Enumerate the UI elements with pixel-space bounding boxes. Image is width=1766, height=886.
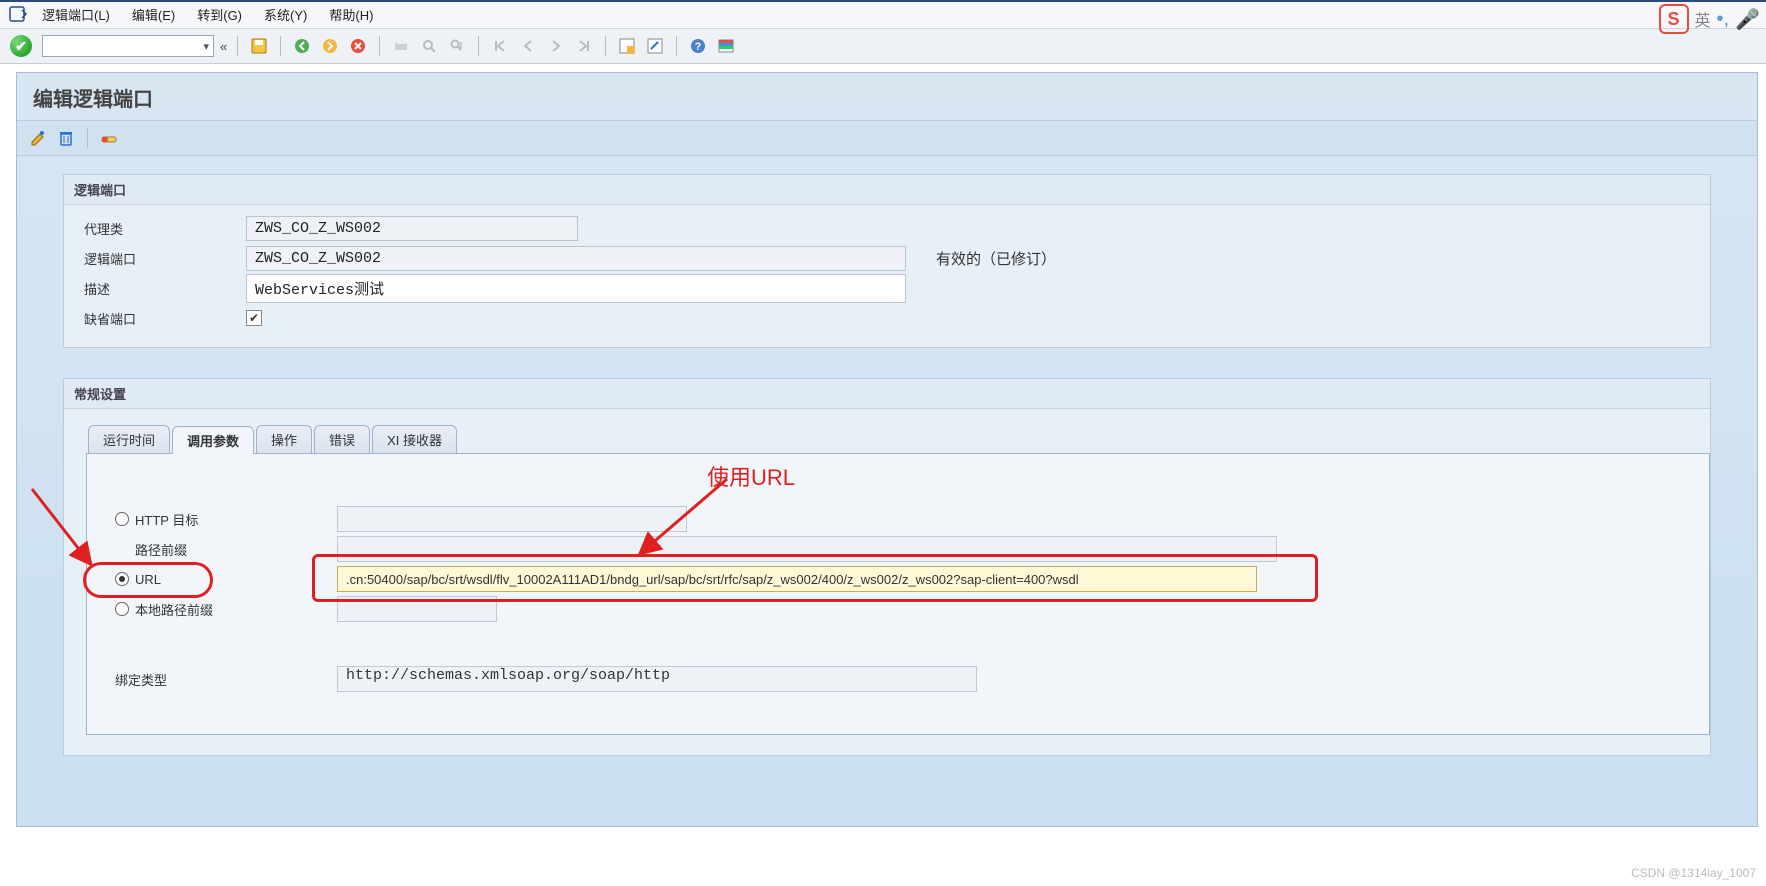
radio-dot-http[interactable] <box>115 512 129 526</box>
label-default-port: 缺省端口 <box>74 309 246 328</box>
ime-lang: 英 <box>1695 7 1711 31</box>
new-session-icon[interactable] <box>616 35 638 57</box>
group-logical-port: 逻辑端口 代理类 ZWS_CO_Z_WS002 逻辑端口 ZWS_CO_Z_WS… <box>63 174 1711 348</box>
status-text: 有效的（已修订） <box>936 248 1056 269</box>
ime-indicator[interactable]: S 英 •, 🎤 <box>1659 4 1760 34</box>
radio-url[interactable]: URL <box>107 572 337 587</box>
radio-http-target-text: HTTP 目标 <box>135 510 198 529</box>
find-next-icon <box>446 35 468 57</box>
label-bind-type: 绑定类型 <box>107 670 337 689</box>
group2-title: 常规设置 <box>64 379 1710 409</box>
radio-dot-local[interactable] <box>115 602 129 616</box>
help-icon[interactable]: ? <box>687 35 709 57</box>
shortcut-icon[interactable] <box>644 35 666 57</box>
page-title: 编辑逻辑端口 <box>17 73 1757 121</box>
menu-help[interactable]: 帮助(H) <box>329 5 373 24</box>
last-page-icon <box>573 35 595 57</box>
mic-icon[interactable]: 🎤 <box>1735 7 1760 32</box>
tab-errors[interactable]: 错误 <box>314 425 370 453</box>
enter-icon[interactable]: ✔ <box>10 35 32 57</box>
collapse-icon[interactable]: « <box>220 39 227 54</box>
field-path-prefix[interactable] <box>337 536 1277 562</box>
tab-call-params[interactable]: 调用参数 <box>172 426 254 454</box>
app-icon[interactable] <box>8 4 28 24</box>
display-change-icon[interactable] <box>27 127 49 149</box>
back-icon[interactable] <box>291 35 313 57</box>
layout-icon[interactable] <box>715 35 737 57</box>
radio-path-prefix-text: 路径前缀 <box>135 540 187 559</box>
tab-panel-call-params: 使用URL HTTP 目标 路径前缀 <box>86 454 1710 735</box>
menu-goto[interactable]: 转到(G) <box>197 5 242 24</box>
label-logical-port: 逻辑端口 <box>74 249 246 268</box>
page-toolbar <box>17 121 1757 156</box>
delete-icon[interactable] <box>55 127 77 149</box>
radio-local-prefix[interactable]: 本地路径前缀 <box>107 600 337 619</box>
tabstrip: 运行时间 调用参数 操作 错误 XI 接收器 <box>86 425 1710 454</box>
label-description: 描述 <box>74 279 246 298</box>
svg-text:?: ? <box>695 41 702 53</box>
annotation-use-url: 使用URL <box>707 460 795 492</box>
menu-bar: 逻辑端口(L) 编辑(E) 转到(G) 系统(Y) 帮助(H) <box>0 0 1766 29</box>
radio-path-prefix: 路径前缀 <box>107 540 337 559</box>
tab-operations[interactable]: 操作 <box>256 425 312 453</box>
next-page-icon <box>545 35 567 57</box>
arrow-to-radio <box>27 484 107 584</box>
field-url[interactable]: .cn:50400/sap/bc/srt/wsdl/flv_10002A111A… <box>337 566 1257 592</box>
app-toolbar: ✔ ▾ « ? <box>0 29 1766 64</box>
tab-runtime[interactable]: 运行时间 <box>88 425 170 453</box>
field-proxy-class: ZWS_CO_Z_WS002 <box>246 216 578 241</box>
group1-title: 逻辑端口 <box>64 175 1710 205</box>
menu-system[interactable]: 系统(Y) <box>264 5 307 24</box>
radio-http-target[interactable]: HTTP 目标 <box>107 510 337 529</box>
field-description[interactable]: WebServices测试 <box>246 274 906 303</box>
sogou-icon[interactable]: S <box>1659 4 1689 34</box>
label-proxy-class: 代理类 <box>74 219 246 238</box>
exit-icon[interactable] <box>319 35 341 57</box>
field-logical-port: ZWS_CO_Z_WS002 <box>246 246 906 271</box>
cancel-icon[interactable] <box>347 35 369 57</box>
checkbox-default-port[interactable]: ✔ <box>246 310 262 326</box>
field-local-prefix[interactable] <box>337 596 497 622</box>
bind-type-text: 绑定类型 <box>115 670 167 689</box>
ime-punct: •, <box>1717 8 1730 31</box>
group-general-settings: 常规设置 运行时间 调用参数 操作 错误 XI 接收器 使用URL HTTP 目… <box>63 378 1711 756</box>
menu-logical-port[interactable]: 逻辑端口(L) <box>42 5 110 24</box>
radio-dot-url[interactable] <box>115 572 129 586</box>
activate-icon[interactable] <box>98 127 120 149</box>
main-panel: 编辑逻辑端口 逻辑端口 代理类 ZWS_CO_Z_WS002 逻辑端口 ZWS_… <box>16 72 1758 827</box>
first-page-icon <box>489 35 511 57</box>
field-http-target[interactable] <box>337 506 687 532</box>
command-field[interactable]: ▾ <box>42 35 214 57</box>
print-icon <box>390 35 412 57</box>
tab-xi-receiver[interactable]: XI 接收器 <box>372 425 457 453</box>
find-icon <box>418 35 440 57</box>
watermark: CSDN @1314lay_1007 <box>1631 866 1756 880</box>
save-icon[interactable] <box>248 35 270 57</box>
field-bind-type: http://schemas.xmlsoap.org/soap/http <box>337 666 977 692</box>
prev-page-icon <box>517 35 539 57</box>
radio-local-prefix-text: 本地路径前缀 <box>135 600 213 619</box>
radio-url-text: URL <box>135 572 161 587</box>
menu-edit[interactable]: 编辑(E) <box>132 5 175 24</box>
